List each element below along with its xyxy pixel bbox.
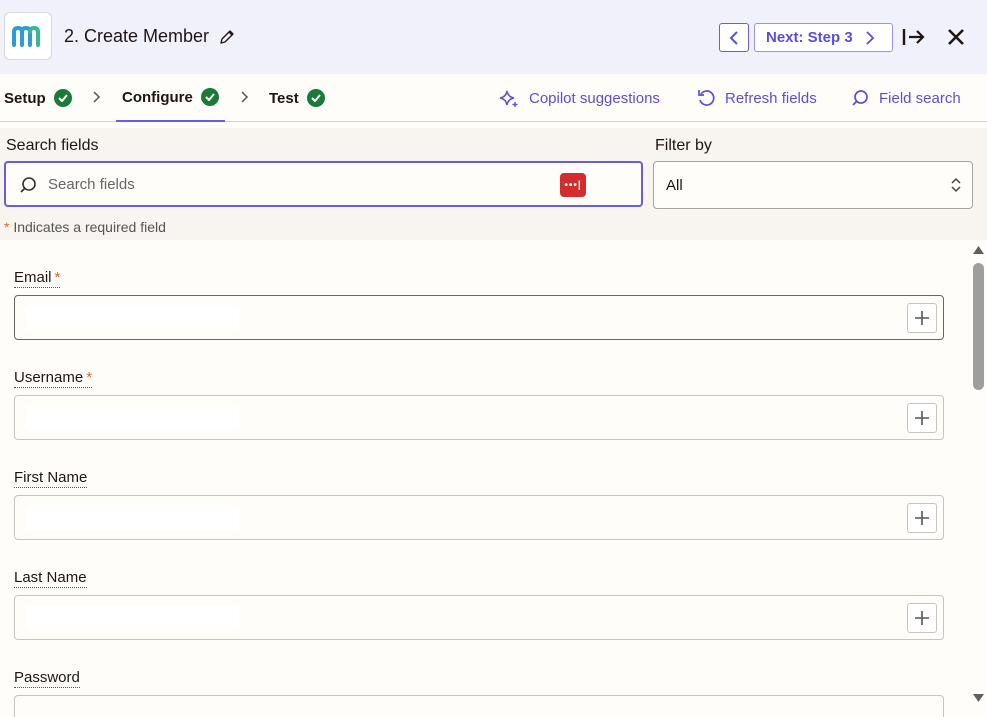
plus-icon [915,311,929,325]
password-field[interactable] [14,695,944,717]
previous-step-button[interactable] [719,23,749,52]
username-field[interactable] [14,395,944,440]
search-icon [852,90,868,106]
field-search-button[interactable]: Field search [851,88,961,108]
email-label-text: Email [14,269,52,286]
copilot-suggestions-button[interactable]: Copilot suggestions [499,88,660,108]
username-label-text: Username [14,369,84,386]
tab-setup-label: Setup [4,89,46,107]
tab-configure[interactable]: Configure [116,74,225,122]
last-name-field[interactable] [14,595,944,640]
plus-icon [915,511,929,525]
field-label-email: Email * [14,269,61,288]
copilot-suggestions-label: Copilot suggestions [529,89,660,107]
field-value-mask [27,506,239,530]
insert-data-button[interactable] [907,403,937,433]
first-name-label-text: First Name [14,469,88,486]
chevron-right-icon [93,91,101,103]
step-title[interactable]: 2. Create Member [64,26,235,47]
required-star: * [54,269,61,286]
filter-select[interactable]: All [653,161,973,209]
field-label-password: Password [14,669,80,688]
password-label-text: Password [14,669,80,686]
sparkle-icon [499,90,518,107]
insert-data-button[interactable] [907,603,937,633]
field-value-mask [27,306,239,330]
step-title-text: 2. Create Member [64,26,210,46]
app-logo [4,12,52,60]
pencil-icon[interactable] [219,29,235,45]
password-manager-icon[interactable]: •••| [560,173,586,197]
field-search-label: Field search [879,89,961,107]
chevron-right-icon [241,91,249,103]
close-icon [948,29,964,45]
tab-test-label: Test [269,89,299,107]
refresh-fields-button[interactable]: Refresh fields [697,88,817,108]
scroll-up-arrow-icon[interactable] [973,246,984,254]
next-step-label: Next: Step 3 [766,29,853,46]
required-note-text: Indicates a required field [13,219,166,235]
email-field[interactable] [14,295,944,340]
filter-value: All [666,177,683,194]
chevron-left-icon [729,30,738,45]
filter-by-label: Filter by [655,137,712,154]
search-fields-label: Search fields [6,137,99,154]
plus-icon [915,611,929,625]
search-input[interactable]: Search fields •••| [4,161,643,207]
next-step-button[interactable]: Next: Step 3 [754,23,893,52]
plus-icon [915,411,929,425]
check-circle-icon [306,89,325,107]
memberspace-logo-icon [12,25,40,47]
scroll-down-arrow-icon[interactable] [973,694,984,702]
scrollbar-thumb[interactable] [973,263,984,390]
search-icon [20,177,36,193]
refresh-icon [698,90,715,106]
field-search-panel: Search fields Search fields •••| Filter … [0,128,987,240]
tab-setup[interactable]: Setup [4,74,72,122]
collapse-panel-button[interactable] [899,22,929,52]
check-circle-icon [53,89,72,107]
search-placeholder: Search fields [48,176,135,193]
first-name-field[interactable] [14,495,944,540]
check-circle-icon [200,88,219,106]
scrollbar[interactable] [970,244,987,704]
step-tabs: Setup Configure Test Copilot suggestions [0,74,987,122]
insert-data-button[interactable] [907,503,937,533]
refresh-fields-label: Refresh fields [725,89,817,107]
chevron-up-down-icon [951,177,961,193]
field-label-first-name: First Name [14,469,88,488]
field-value-mask [27,606,239,630]
tab-configure-label: Configure [122,88,193,106]
field-value-mask [27,406,239,430]
close-button[interactable] [941,22,971,52]
step-header: 2. Create Member Next: Step 3 [0,0,987,74]
arrow-right-to-bar-icon [902,29,925,45]
tab-test[interactable]: Test [269,74,325,122]
insert-data-button[interactable] [907,303,937,333]
last-name-label-text: Last Name [14,569,87,586]
required-star: * [4,219,10,235]
chevron-right-icon [866,30,874,45]
required-field-note: * Indicates a required field [4,219,166,235]
field-label-last-name: Last Name [14,569,87,588]
field-label-username: Username * [14,369,93,388]
required-star: * [86,369,93,386]
